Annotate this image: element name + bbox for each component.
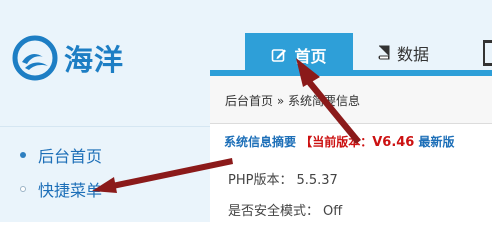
sidebar-divider [0, 126, 210, 127]
logo-text: 海洋 [64, 43, 125, 77]
breadcrumb-home[interactable]: 后台首页 [225, 94, 273, 108]
safe-mode-line: 是否安全模式： Off [228, 200, 342, 219]
sidebar-item-home[interactable]: 后台首页 [20, 143, 102, 167]
php-version-value: 5.5.37 [296, 173, 338, 188]
tab-data[interactable]: 数据 [377, 38, 429, 68]
book-icon [377, 45, 391, 61]
tab-data-label: 数据 [397, 45, 430, 64]
breadcrumb-separator: » [276, 94, 285, 108]
logo[interactable]: 海洋 [12, 33, 124, 83]
tab-home-label: 首页 [294, 46, 327, 66]
latest-version-link[interactable]: 最新版 [419, 135, 455, 149]
safe-mode-label: 是否安全模式： [228, 204, 320, 219]
system-summary: 系统信息摘要 【当前版本：V6.46 最新版 [224, 133, 455, 150]
bullet-icon [20, 152, 26, 158]
summary-title: 系统信息摘要 [224, 135, 297, 149]
sidebar-item-label: 后台首页 [38, 147, 103, 166]
php-version-line: PHP版本： 5.5.37 [228, 169, 338, 188]
next-tab-edge [483, 40, 492, 66]
breadcrumb: 后台首页 » 系统简要信息 [225, 92, 360, 109]
sidebar-item-quick-menu[interactable]: 快捷菜单 [20, 177, 102, 201]
bullet-icon [20, 186, 26, 192]
breadcrumb-current: 系统简要信息 [288, 94, 361, 108]
safe-mode-value: Off [323, 204, 343, 219]
edit-icon [271, 47, 287, 63]
version-label: 【当前版本： [300, 135, 373, 149]
sidebar-item-label: 快捷菜单 [38, 181, 103, 200]
tab-home[interactable]: 首页 [245, 33, 353, 76]
php-version-label: PHP版本： [228, 173, 293, 188]
version-value: V6.46 [372, 135, 415, 150]
logo-icon [12, 35, 58, 81]
